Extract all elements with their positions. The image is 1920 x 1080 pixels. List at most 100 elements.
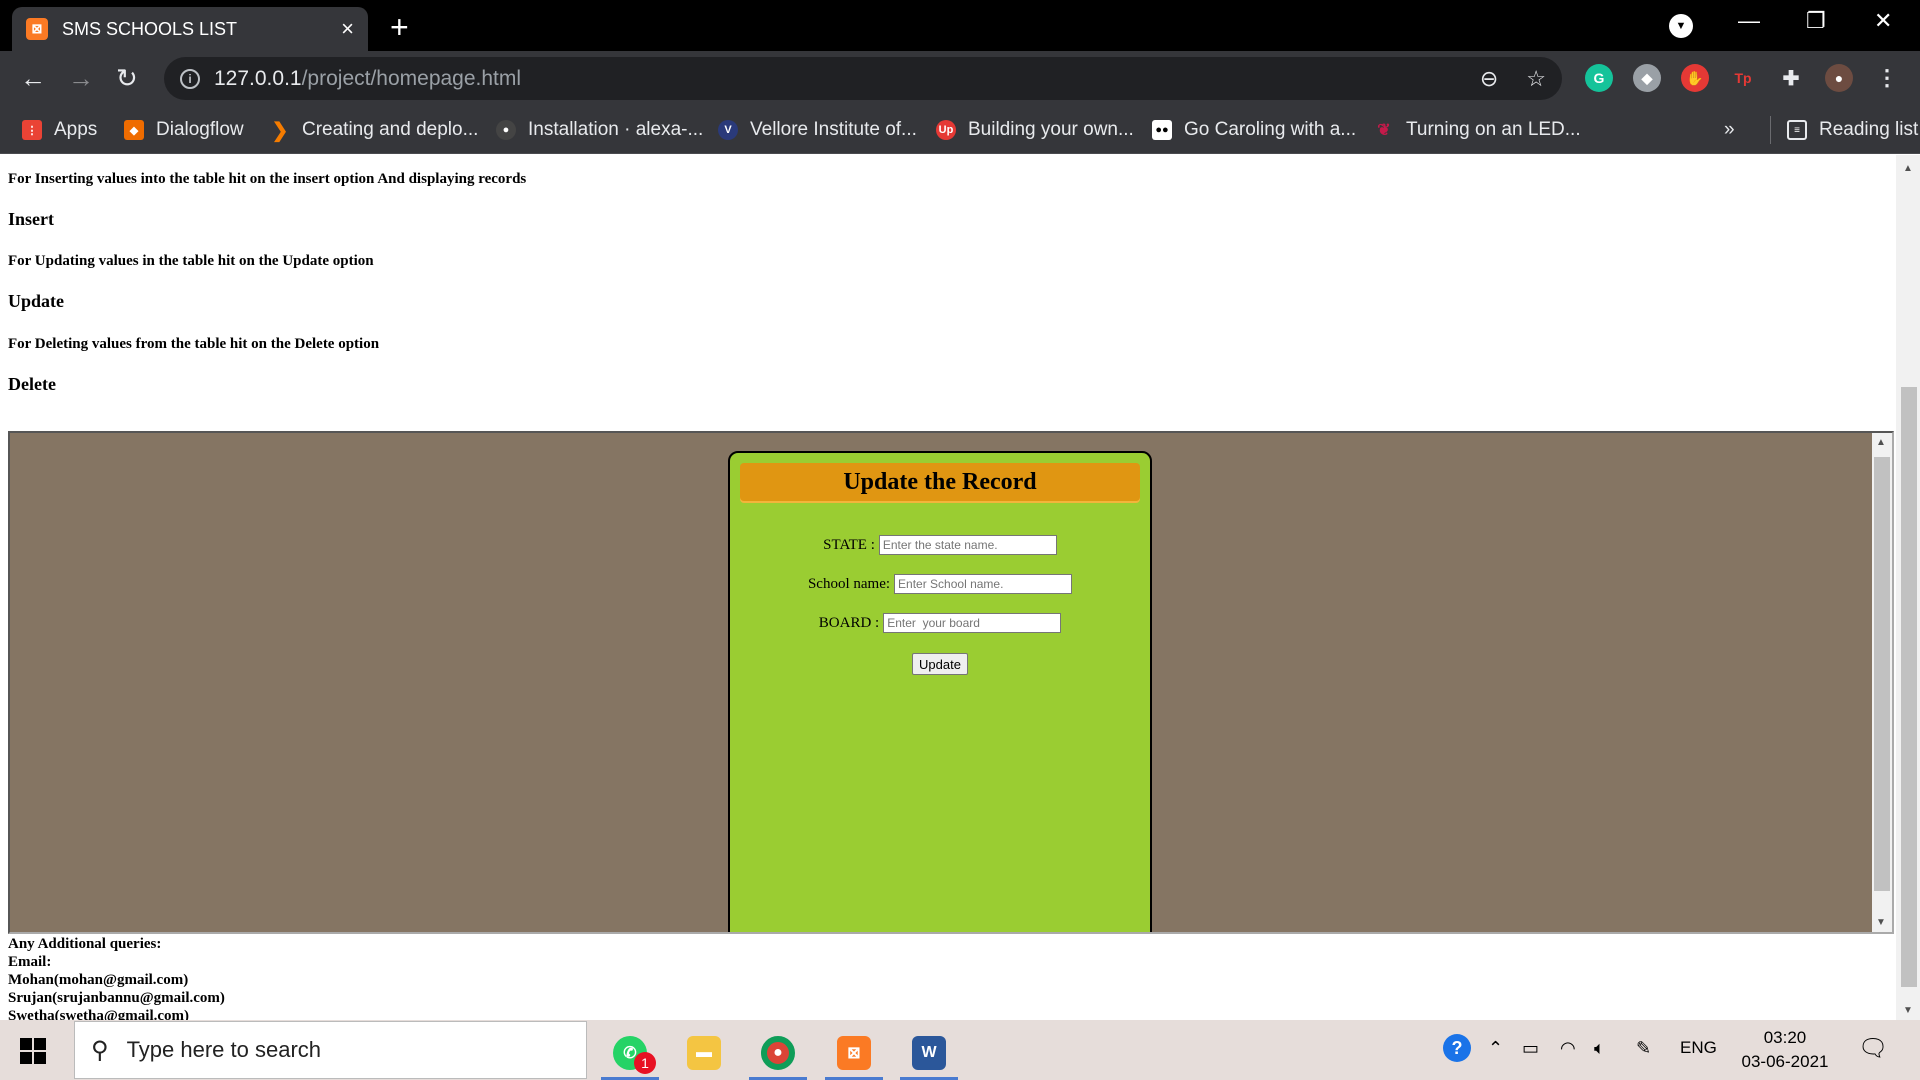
bookmark-star-icon[interactable]: ☆ — [1526, 66, 1546, 92]
delete-instruction: For Deleting values from the table hit o… — [8, 336, 380, 352]
submit-row: Update — [730, 653, 1150, 675]
reading-list-label: Reading list — [1819, 119, 1919, 140]
page-scrollbar[interactable]: ▲ ▼ — [1896, 155, 1920, 1020]
bookmark-label: Dialogflow — [156, 119, 244, 140]
reload-icon[interactable]: ↻ — [116, 63, 138, 93]
bookmark-label: Vellore Institute of... — [750, 119, 917, 140]
update-button[interactable]: Update — [912, 653, 968, 675]
address-bar[interactable]: i 127.0.0.1/project/homepage.html ⊖ ☆ — [164, 57, 1562, 100]
notifications-icon[interactable]: 🗨︎ — [1858, 1034, 1888, 1063]
more-bookmarks-button[interactable]: » — [1724, 116, 1735, 144]
pen-icon[interactable]: ✎ — [1636, 1038, 1651, 1059]
bookmark-label: Turning on an LED... — [1406, 119, 1581, 140]
bookmark-building[interactable]: Up Building your own... — [936, 116, 1134, 144]
scroll-down-icon[interactable]: ▼ — [1903, 1005, 1913, 1016]
help-icon[interactable]: ? — [1443, 1034, 1471, 1062]
reading-list-icon: ≡ — [1787, 120, 1807, 140]
apps-grid-icon: ⋮ — [22, 120, 42, 140]
browser-tab-strip: ⊠ SMS SCHOOLS LIST × + ▼ — ❐ ✕ — [0, 0, 1920, 51]
bookmark-apps[interactable]: ⋮ Apps — [22, 116, 97, 144]
search-placeholder: Type here to search — [126, 1037, 322, 1062]
tab-search-icon[interactable]: ▼ — [1669, 14, 1693, 38]
state-input[interactable] — [878, 535, 1057, 555]
bookmark-label: Apps — [54, 119, 98, 140]
minimize-icon[interactable]: — — [1738, 8, 1760, 34]
reading-list-button[interactable]: ≡ Reading list — [1770, 116, 1918, 144]
bookmark-led[interactable]: ❦ Turning on an LED... — [1374, 116, 1581, 144]
xampp-icon: ⊠ — [837, 1036, 871, 1070]
avatar[interactable]: ● — [1825, 64, 1853, 92]
whatsapp-app[interactable]: ✆ 1 — [599, 1026, 661, 1080]
clock-date: 03-06-2021 — [1741, 1052, 1829, 1071]
volume-icon[interactable]: 🔈︎ — [1594, 1038, 1605, 1059]
xampp-app[interactable]: ⊠ — [823, 1026, 885, 1080]
new-tab-button[interactable]: + — [390, 9, 409, 46]
url-text[interactable]: 127.0.0.1/project/homepage.html — [214, 67, 1452, 91]
bookmark-caroling[interactable]: ●● Go Caroling with a... — [1152, 116, 1356, 144]
school-label: School name: — [807, 575, 891, 592]
chevron-up-icon[interactable]: ⌃ — [1488, 1038, 1503, 1059]
medium-icon: ●● — [1152, 120, 1172, 140]
wifi-icon[interactable]: ◠ — [1560, 1038, 1576, 1059]
tp-extension-icon[interactable]: Tp — [1729, 64, 1757, 92]
state-row: STATE : — [730, 535, 1150, 555]
bookmark-dialogflow[interactable]: ◆ Dialogflow — [124, 116, 244, 144]
zoom-icon[interactable]: ⊖ — [1480, 66, 1498, 92]
windows-taskbar: ⚲ Type here to search ✆ 1 ▬ ● ⊠ W ? ⌃ ▭ … — [0, 1020, 1920, 1080]
forward-icon[interactable]: → — [68, 63, 94, 93]
queries-heading: Any Additional queries: — [8, 936, 162, 952]
update-instruction: For Updating values in the table hit on … — [8, 253, 374, 269]
tab-title: SMS SCHOOLS LIST — [62, 18, 238, 39]
site-info-icon[interactable]: i — [180, 68, 200, 89]
back-icon[interactable]: ← — [20, 63, 46, 93]
file-explorer-app[interactable]: ▬ — [673, 1026, 735, 1080]
menu-kebab-icon[interactable]: ⋮ — [1873, 64, 1901, 92]
board-input[interactable] — [883, 613, 1062, 633]
bookmark-label: Go Caroling with a... — [1184, 119, 1357, 140]
contact-section: Any Additional queries: Email: Mohan(moh… — [8, 935, 225, 1020]
battery-icon[interactable]: ▭ — [1522, 1038, 1539, 1059]
delete-link[interactable]: Delete — [8, 374, 56, 395]
language-indicator[interactable]: ENG — [1680, 1038, 1717, 1058]
frame-scroll-thumb[interactable] — [1874, 457, 1890, 891]
window-close-icon[interactable]: ✕ — [1874, 8, 1892, 34]
browser-tab[interactable]: ⊠ SMS SCHOOLS LIST × — [12, 7, 368, 51]
frame-scrollbar[interactable]: ▲ ▼ — [1872, 433, 1892, 932]
chevron-icon: ❯ — [271, 119, 289, 142]
dialogflow-icon: ◆ — [124, 120, 144, 140]
chrome-app[interactable]: ● — [747, 1026, 809, 1080]
scroll-up-icon[interactable]: ▲ — [1876, 437, 1886, 448]
scroll-down-icon[interactable]: ▼ — [1876, 917, 1886, 928]
bookmark-creating[interactable]: ❯ Creating and deplo... — [270, 116, 479, 144]
grammarly-icon[interactable]: G — [1585, 64, 1613, 92]
xampp-icon: ⊠ — [26, 18, 48, 40]
page-scroll-thumb[interactable] — [1901, 387, 1917, 987]
bookmark-vellore[interactable]: V Vellore Institute of... — [718, 116, 917, 144]
scroll-up-icon[interactable]: ▲ — [1903, 163, 1913, 174]
contact-item: Mohan(mohan@gmail.com) — [8, 972, 189, 988]
school-input[interactable] — [894, 574, 1073, 594]
form-title: Update the Record — [740, 463, 1140, 501]
bookmark-label: Building your own... — [968, 119, 1134, 140]
upgrad-icon: Up — [936, 120, 956, 140]
windows-start-icon[interactable] — [20, 1038, 46, 1064]
chevron-double-right-icon: » — [1724, 119, 1735, 140]
adblock-icon[interactable]: ✋ — [1681, 64, 1709, 92]
shield-icon[interactable]: ◆ — [1633, 64, 1661, 92]
insert-instruction: For Inserting values into the table hit … — [8, 171, 527, 187]
folder-icon: ▬ — [687, 1036, 721, 1070]
close-icon[interactable]: × — [341, 18, 354, 40]
board-label: BOARD : — [818, 614, 880, 631]
page-content: For Inserting values into the table hit … — [0, 155, 1896, 1020]
contact-item: Swetha(swetha@gmail.com) — [8, 1008, 190, 1020]
restore-icon[interactable]: ❐ — [1806, 8, 1826, 34]
word-app[interactable]: W — [898, 1026, 960, 1080]
clock[interactable]: 03:20 03-06-2021 — [1730, 1026, 1840, 1074]
extensions-puzzle-icon[interactable]: ✚ — [1777, 64, 1805, 92]
board-row: BOARD : — [730, 613, 1150, 633]
update-link[interactable]: Update — [8, 291, 64, 312]
raspberry-icon: ❦ — [1377, 122, 1391, 139]
bookmark-installation[interactable]: ● Installation · alexa-... — [496, 116, 703, 144]
taskbar-search-box[interactable]: ⚲ Type here to search — [74, 1021, 587, 1079]
insert-link[interactable]: Insert — [8, 209, 54, 230]
